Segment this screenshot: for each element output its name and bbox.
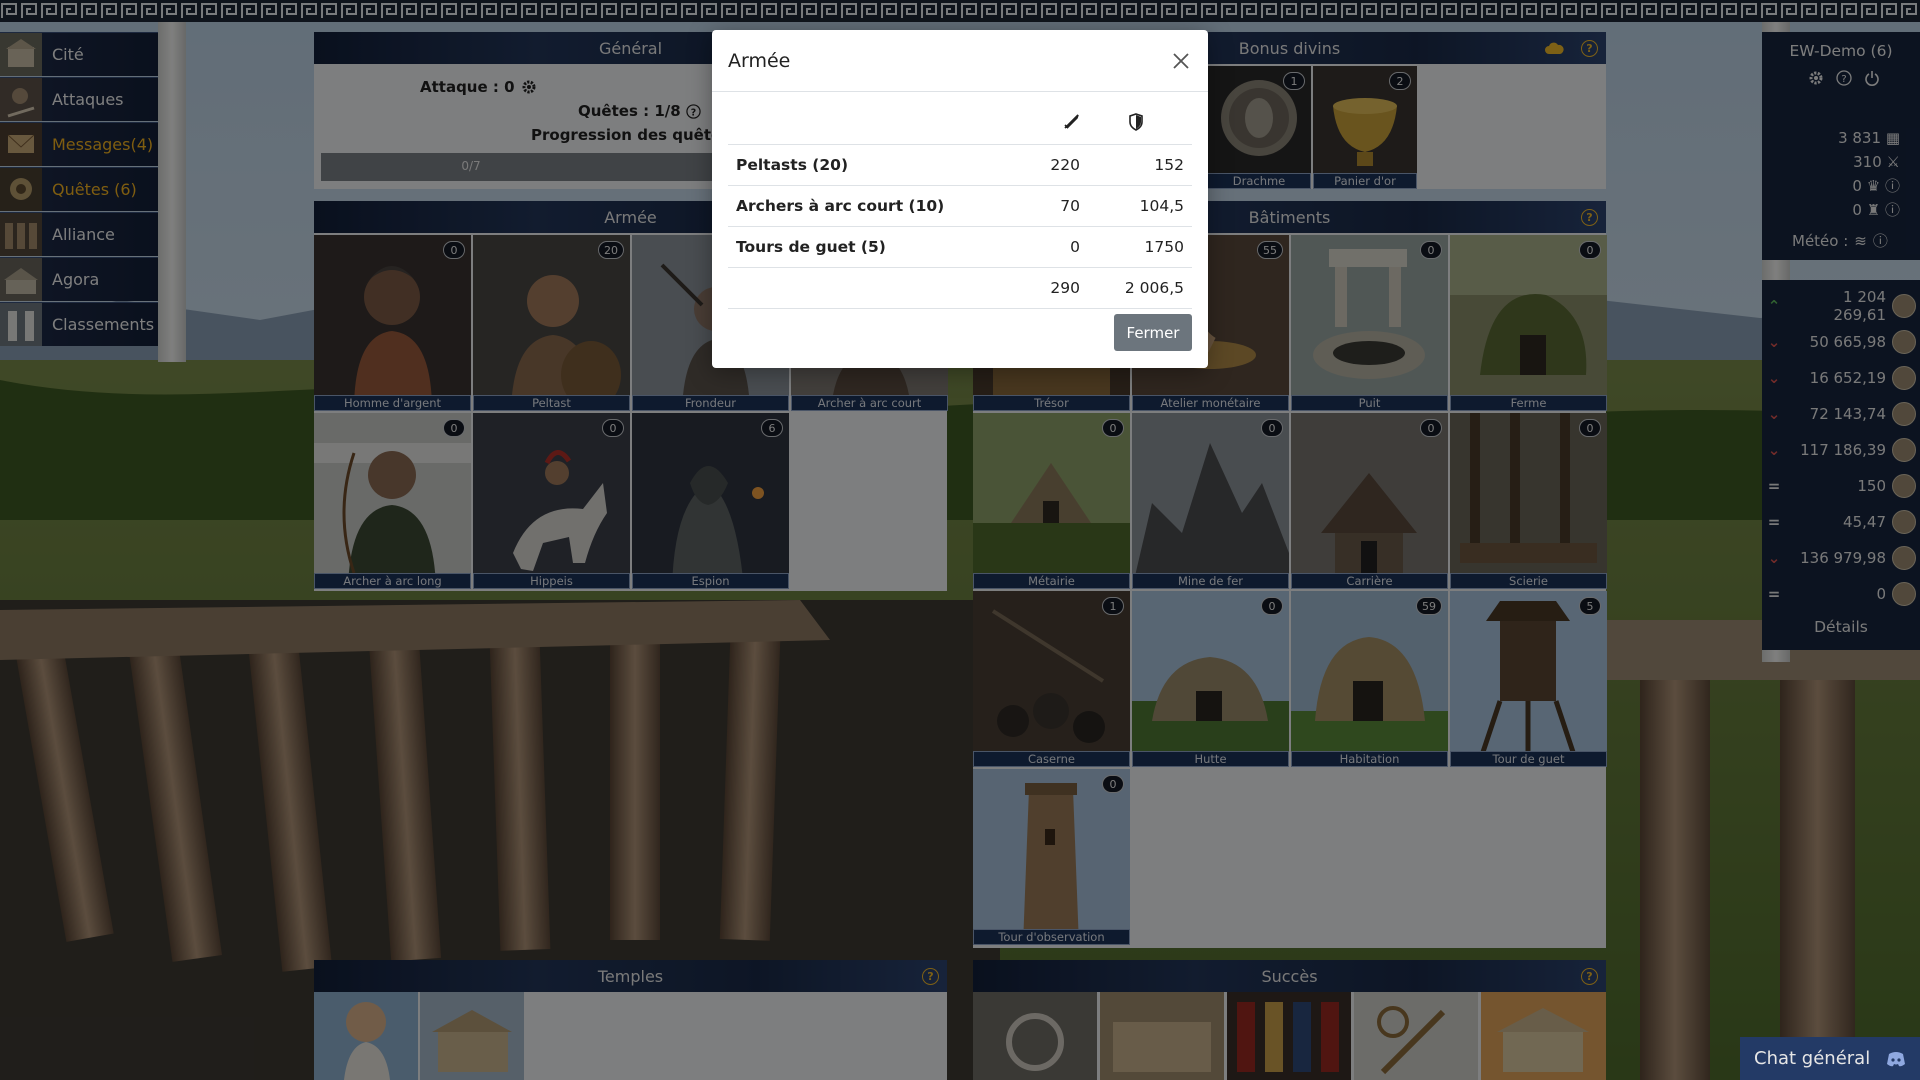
unit-name: Tours de guet (5) [728, 226, 998, 268]
chat-label: Chat général [1754, 1048, 1871, 1069]
attack-value: 70 [998, 185, 1088, 227]
table-total-row: 290 2 006,5 [728, 267, 1192, 309]
total-defense: 2 006,5 [1088, 267, 1192, 309]
general-chat-button[interactable]: Chat général [1740, 1037, 1920, 1080]
sword-icon [1064, 114, 1079, 129]
unit-name: Peltasts (20) [728, 144, 998, 186]
shield-icon [1129, 112, 1143, 131]
army-modal: Armée Peltasts (20) 220 152 Archers à ar… [712, 30, 1208, 368]
modal-header: Armée [712, 30, 1208, 92]
attack-column-header [998, 104, 1088, 145]
defense-column-header [1088, 104, 1192, 145]
defense-value: 104,5 [1088, 185, 1192, 227]
defense-value: 1750 [1088, 226, 1192, 268]
modal-title: Armée [728, 49, 791, 72]
defense-value: 152 [1088, 144, 1192, 186]
unit-name: Archers à arc court (10) [728, 185, 998, 227]
attack-value: 0 [998, 226, 1088, 268]
army-stats-table: Peltasts (20) 220 152 Archers à arc cour… [728, 104, 1192, 309]
table-row: Tours de guet (5) 0 1750 [728, 226, 1192, 268]
attack-value: 220 [998, 144, 1088, 186]
table-header-row [728, 104, 1192, 145]
close-button[interactable]: Fermer [1114, 314, 1192, 351]
close-icon[interactable] [1170, 50, 1192, 72]
table-row: Archers à arc court (10) 70 104,5 [728, 185, 1192, 227]
table-row: Peltasts (20) 220 152 [728, 144, 1192, 186]
total-attack: 290 [998, 267, 1088, 309]
discord-icon [1887, 1051, 1906, 1066]
